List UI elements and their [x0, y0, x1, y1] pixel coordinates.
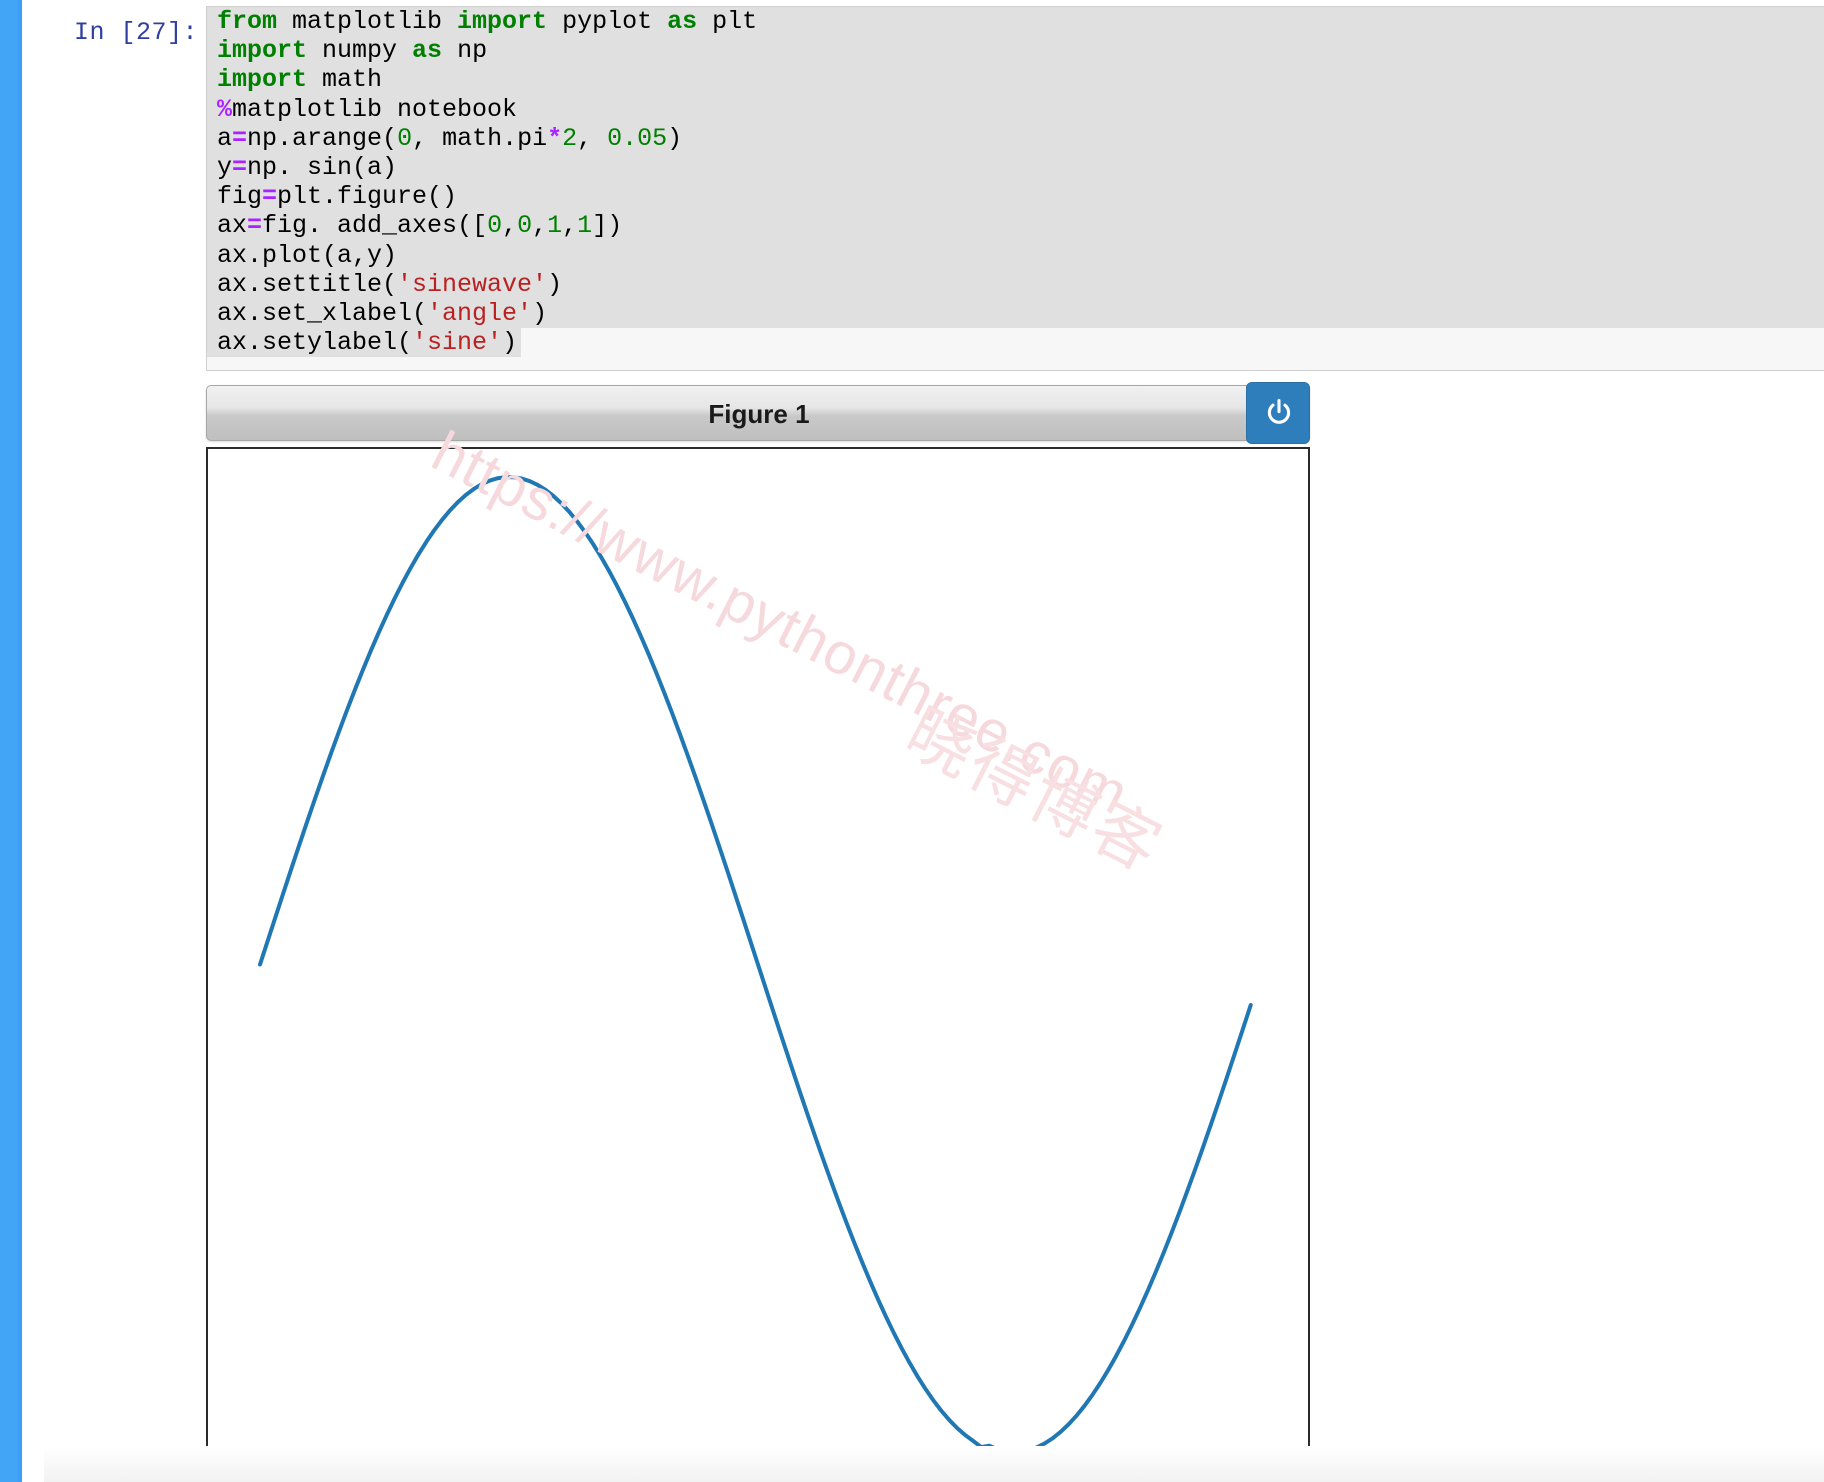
code-token: y	[217, 152, 233, 182]
code-token: =	[232, 123, 248, 153]
code-token: %	[217, 94, 233, 124]
code-token: 0.05	[607, 123, 668, 153]
code-token: *	[547, 123, 563, 153]
code-token: ,	[577, 123, 608, 153]
code-token: ax.settitle(	[217, 269, 398, 299]
code-token: ax.setylabel(	[217, 328, 413, 358]
code-token: 'sinewave'	[397, 269, 548, 299]
code-line[interactable]: %matplotlib notebook	[207, 94, 1824, 124]
code-line[interactable]: a=np.arange(0, math.pi*2, 0.05)	[207, 123, 1824, 153]
code-line[interactable]: ax.setylabel('sine')	[207, 328, 1824, 358]
code-token: import	[217, 65, 323, 95]
sine-wave-plot	[258, 475, 1253, 1454]
code-token: pyplot	[562, 7, 668, 36]
code-line[interactable]: ax.set_xlabel('angle')	[207, 298, 1824, 329]
page-bottom-shade	[44, 1446, 1824, 1482]
code-token: np.arange(	[247, 123, 398, 153]
code-line[interactable]: from matplotlib import pyplot as plt	[207, 7, 1824, 37]
code-token: )	[502, 328, 518, 358]
code-token: =	[262, 182, 278, 212]
figure-header-bar: Figure 1	[206, 385, 1310, 441]
power-icon	[1267, 399, 1291, 424]
code-token: numpy	[322, 36, 413, 66]
code-token: )	[532, 298, 548, 328]
notebook-body: In [27]: from matplotlib import pyplot a…	[22, 0, 1824, 1482]
code-token: matplotlib	[292, 7, 458, 36]
code-token: ,	[532, 211, 548, 241]
code-token: plt	[712, 7, 758, 36]
code-token: np. sin(a)	[247, 152, 398, 182]
code-token: )	[547, 269, 563, 299]
code-token: a	[217, 123, 233, 153]
code-token: import	[217, 36, 323, 66]
code-token: fig	[217, 182, 263, 212]
code-line[interactable]: import math	[207, 65, 1824, 95]
code-token: 0	[517, 211, 533, 241]
code-cell-input[interactable]: from matplotlib import pyplot as plt impo…	[206, 6, 1824, 371]
figure-title: Figure 1	[708, 399, 810, 429]
code-token: ax.set_xlabel(	[217, 298, 428, 328]
code-token: as	[667, 7, 713, 36]
code-token: 'angle'	[427, 298, 533, 328]
code-token: math	[322, 65, 383, 95]
input-prompt-label: In [27]:	[73, 18, 198, 47]
code-line[interactable]: ax=fig. add_axes([0,0,1,1])	[207, 211, 1824, 241]
code-token: fig. add_axes([	[262, 211, 488, 241]
code-token: import	[457, 7, 563, 36]
notebook-page: In [27]: from matplotlib import pyplot a…	[0, 0, 1824, 1482]
code-token: ax	[217, 211, 248, 241]
code-line[interactable]: fig=plt.figure()	[207, 182, 1824, 212]
code-token: 'sine'	[412, 328, 503, 358]
code-token: =	[247, 211, 263, 241]
code-token: matplotlib notebook	[232, 94, 518, 124]
code-token: ax.plot(a,y)	[217, 240, 398, 270]
code-token: 0	[397, 123, 413, 153]
code-token: 2	[562, 123, 578, 153]
code-text[interactable]: from matplotlib import pyplot as plt impo…	[207, 7, 1824, 358]
figure-canvas[interactable]	[206, 447, 1310, 1482]
code-line[interactable]: ax.settitle('sinewave')	[207, 269, 1824, 299]
sine-curve	[258, 475, 1253, 1454]
code-token: ,	[562, 211, 578, 241]
code-line[interactable]: ax.plot(a,y)	[207, 240, 1824, 270]
code-line[interactable]: y=np. sin(a)	[207, 152, 1824, 183]
code-token: np	[457, 36, 488, 66]
code-token: ])	[592, 211, 623, 241]
code-token: 0	[487, 211, 503, 241]
code-token: from	[217, 7, 293, 36]
code-token: as	[412, 36, 458, 66]
code-token: )	[667, 123, 683, 153]
code-token: , math.pi	[412, 123, 548, 153]
power-off-button[interactable]	[1246, 382, 1310, 444]
code-token: plt.figure()	[277, 182, 458, 212]
code-line[interactable]: import numpy as np	[207, 36, 1824, 66]
selected-cell-indicator	[0, 0, 22, 1482]
code-token: 1	[577, 211, 593, 241]
code-token: =	[232, 152, 248, 182]
code-token: 1	[547, 211, 563, 241]
matplotlib-figure-widget[interactable]: Figure 1	[206, 382, 1310, 1482]
code-token: ,	[502, 211, 518, 241]
